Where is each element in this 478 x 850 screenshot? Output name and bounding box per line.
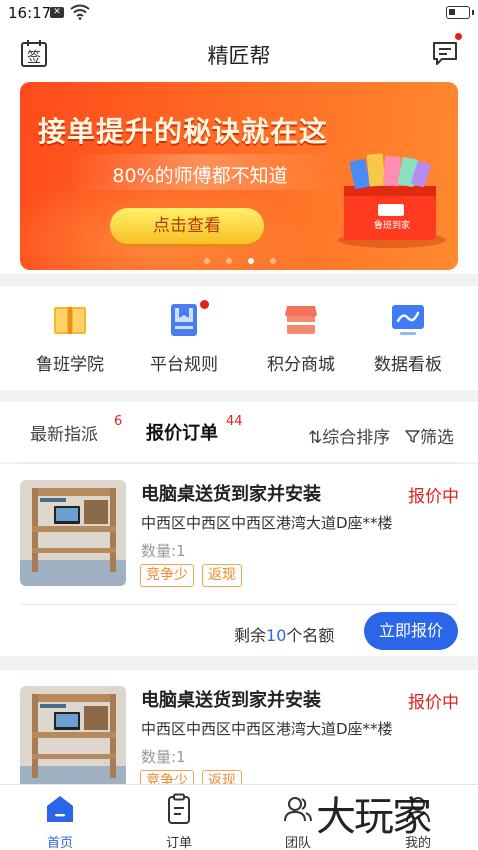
order-status: 报价中 — [408, 487, 459, 507]
order-tag: 返现 — [202, 564, 242, 587]
order-address: 中西区中西区中西区港湾大道D座**楼 — [141, 514, 393, 532]
sort-button[interactable]: ⇅综合排序 — [308, 423, 390, 448]
menu-label: 鲁班学院 — [36, 355, 104, 375]
order-status: 报价中 — [408, 693, 459, 713]
order-icon — [168, 793, 190, 824]
rules-badge — [200, 300, 209, 309]
message-badge — [455, 33, 462, 40]
order-thumbnail — [20, 686, 126, 784]
filter-icon — [405, 430, 420, 443]
nav-label: 订单 — [165, 836, 192, 850]
sort-label: 综合排序 — [322, 428, 391, 448]
order-tabs: 最新指派 6 报价订单 44 ⇅综合排序 筛选 — [0, 402, 478, 464]
order-address: 中西区中西区中西区港湾大道D座**楼 — [141, 720, 393, 738]
remain-suffix: 个名额 — [286, 626, 335, 645]
menu-item-academy[interactable]: 鲁班学院 — [10, 300, 130, 380]
menu-item-points-mall[interactable]: 积分商城 — [241, 300, 361, 380]
message-icon[interactable] — [432, 40, 458, 66]
quote-now-button[interactable]: 立即报价 — [364, 612, 458, 650]
shop-icon — [285, 306, 317, 334]
banner-pager-dot[interactable] — [248, 258, 254, 264]
order-tag: 返现 — [202, 770, 242, 784]
banner-headline: 接单提升的秘诀就在这 — [38, 115, 329, 148]
promo-banner[interactable]: 接单提升的秘诀就在这 80%的师傅都不知道 点击查看 鲁班到家 — [20, 82, 458, 270]
watermark: 大玩家 — [316, 794, 432, 840]
tab-latest[interactable]: 最新指派 — [30, 420, 98, 445]
banner-pager-dot[interactable] — [270, 258, 276, 264]
banner-cta-button[interactable]: 点击查看 — [110, 208, 264, 244]
book-icon — [54, 307, 86, 334]
feature-grid: 鲁班学院 平台规则 积分商城 数据看板 — [0, 286, 478, 390]
banner-subtitle: 80%的师傅都不知道 — [112, 165, 288, 187]
order-tag: 竞争少 — [140, 770, 194, 784]
remain-prefix: 剩余 — [234, 626, 267, 645]
menu-item-rules[interactable]: 平台规则 — [124, 300, 244, 380]
nav-orders[interactable]: 订单 — [119, 785, 239, 850]
tab-latest-count: 6 — [114, 414, 123, 429]
status-time: 16:17 — [8, 4, 52, 22]
team-icon — [284, 797, 312, 822]
nav-label: 首页 — [46, 836, 73, 850]
banner-pager-dot[interactable] — [204, 258, 210, 264]
order-quantity: 数量:1 — [141, 542, 186, 560]
order-title: 电脑桌送货到家并安装 — [141, 484, 321, 505]
sort-icon: ⇅ — [308, 428, 323, 448]
order-thumbnail — [20, 480, 126, 586]
tab-quotes[interactable]: 报价订单 — [146, 419, 218, 445]
wifi-icon — [70, 4, 90, 20]
order-card[interactable]: 电脑桌送货到家并安装 报价中 中西区中西区中西区港湾大道D座**楼 数量:1 竞… — [0, 464, 478, 656]
status-bar: 16:17 ✕ — [0, 0, 478, 26]
banner-pager — [204, 258, 284, 266]
rules-doc-icon — [171, 304, 197, 336]
filter-label: 筛选 — [420, 428, 454, 448]
data-board-icon — [392, 305, 424, 335]
filter-button[interactable]: 筛选 — [405, 423, 454, 448]
remain-count: 10 — [266, 626, 287, 645]
order-title: 电脑桌送货到家并安装 — [141, 690, 321, 711]
order-tag: 竞争少 — [140, 564, 194, 587]
banner-section: 接单提升的秘诀就在这 80%的师傅都不知道 点击查看 鲁班到家 — [0, 82, 478, 274]
banner-pager-dot[interactable] — [226, 258, 232, 264]
menu-label: 平台规则 — [150, 355, 218, 375]
gift-brand-label: 鲁班到家 — [374, 219, 410, 231]
menu-label: 数据看板 — [374, 355, 442, 375]
order-card-divider — [20, 604, 458, 605]
home-icon — [47, 796, 73, 822]
order-card[interactable]: 电脑桌送货到家并安装 报价中 中西区中西区中西区港湾大道D座**楼 数量:1 竞… — [0, 670, 478, 784]
page-title: 精匠帮 — [207, 44, 271, 68]
menu-label: 积分商城 — [267, 355, 335, 375]
order-quantity: 数量:1 — [141, 748, 186, 766]
app-header: 签 精匠帮 — [0, 26, 478, 82]
notification-icon: ✕ — [50, 7, 64, 18]
menu-item-data-board[interactable]: 数据看板 — [348, 300, 468, 380]
order-remaining-slots: 剩余10个名额 — [234, 622, 334, 646]
tab-quotes-count: 44 — [226, 414, 243, 429]
nav-home[interactable]: 首页 — [0, 785, 120, 850]
battery-icon — [446, 6, 474, 19]
gift-box-icon: 鲁班到家 — [338, 153, 446, 248]
